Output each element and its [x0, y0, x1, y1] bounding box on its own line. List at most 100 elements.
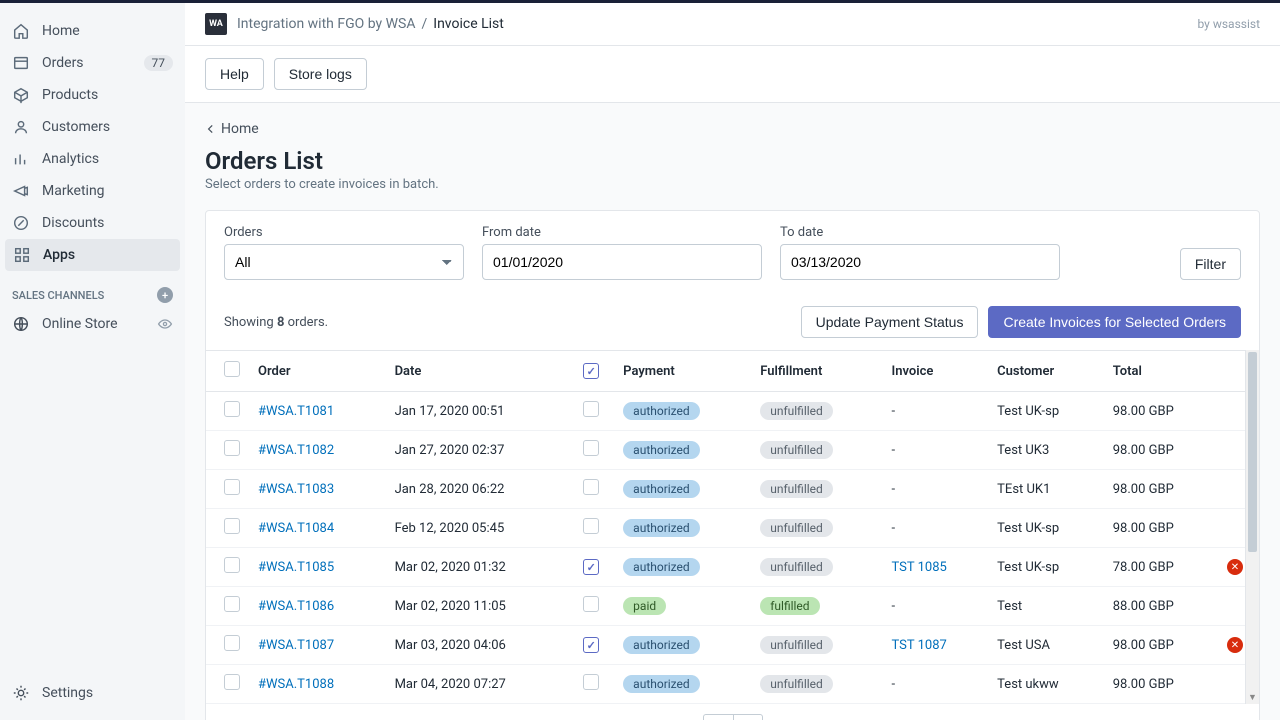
row-checkbox[interactable]: [224, 479, 240, 495]
cell-customer: Test UK-sp: [989, 392, 1105, 431]
invoice-link[interactable]: TST 1085: [891, 560, 946, 575]
next-page-button[interactable]: [733, 714, 763, 720]
breadcrumb-back[interactable]: Home: [205, 121, 1260, 137]
from-date-input[interactable]: [482, 244, 762, 280]
orders-table: Order Date Payment Fulfillment Invoice C…: [206, 350, 1259, 704]
order-link[interactable]: #WSA.T1088: [258, 677, 334, 692]
payment-badge: authorized: [623, 441, 700, 459]
fulfillment-badge: unfulfilled: [760, 441, 833, 459]
cell-date: Jan 27, 2020 02:37: [387, 431, 576, 470]
nav-settings[interactable]: Settings: [0, 674, 185, 720]
col-invoice: Invoice: [883, 351, 989, 392]
order-link[interactable]: #WSA.T1084: [258, 521, 334, 536]
meta-row: Showing 8 orders. Update Payment Status …: [206, 294, 1259, 350]
order-link[interactable]: #WSA.T1083: [258, 482, 334, 497]
payment-badge: authorized: [623, 675, 700, 693]
to-date-input[interactable]: [780, 244, 1060, 280]
order-link[interactable]: #WSA.T1082: [258, 443, 334, 458]
order-link[interactable]: #WSA.T1086: [258, 599, 334, 614]
orders-filter-select[interactable]: All: [224, 244, 464, 280]
cell-date: Mar 02, 2020 11:05: [387, 587, 576, 626]
payment-badge: authorized: [623, 636, 700, 654]
cell-invoice: -: [883, 431, 989, 470]
main-content: WA Integration with FGO by WSA / Invoice…: [185, 3, 1280, 720]
col-total: Total: [1105, 351, 1219, 392]
order-link[interactable]: #WSA.T1085: [258, 560, 334, 575]
table-row: #WSA.T1088 Mar 04, 2020 07:27 authorized…: [206, 665, 1259, 704]
nav-marketing[interactable]: Marketing: [0, 175, 185, 207]
settings-label: Settings: [42, 685, 93, 701]
scroll-down-icon[interactable]: ▼: [1246, 690, 1259, 704]
discounts-icon: [12, 214, 30, 232]
store-logs-button[interactable]: Store logs: [274, 58, 367, 90]
payment-row-checkbox[interactable]: [583, 479, 599, 495]
cell-total: 98.00 GBP: [1105, 626, 1219, 665]
cell-total: 78.00 GBP: [1105, 548, 1219, 587]
cell-total: 88.00 GBP: [1105, 587, 1219, 626]
cell-total: 98.00 GBP: [1105, 665, 1219, 704]
cell-total: 98.00 GBP: [1105, 431, 1219, 470]
fulfillment-badge: unfulfilled: [760, 558, 833, 576]
nav-products[interactable]: Products: [0, 79, 185, 111]
nav-customers[interactable]: Customers: [0, 111, 185, 143]
update-payment-button[interactable]: Update Payment Status: [801, 306, 979, 338]
col-customer: Customer: [989, 351, 1105, 392]
payment-row-checkbox[interactable]: [583, 401, 599, 417]
cell-customer: Test UK-sp: [989, 509, 1105, 548]
order-link[interactable]: #WSA.T1087: [258, 638, 334, 653]
fulfillment-badge: fulfilled: [760, 597, 819, 615]
help-button[interactable]: Help: [205, 58, 264, 90]
payment-row-checkbox[interactable]: [583, 440, 599, 456]
col-fulfillment: Fulfillment: [752, 351, 883, 392]
row-checkbox[interactable]: [224, 635, 240, 651]
row-checkbox[interactable]: [224, 401, 240, 417]
payment-row-checkbox[interactable]: [583, 559, 599, 575]
cell-date: Jan 28, 2020 06:22: [387, 470, 576, 509]
table-scrollbar[interactable]: ▼: [1245, 350, 1259, 704]
showing-text: Showing 8 orders.: [224, 315, 328, 330]
sidebar: Home Orders 77 Products Customers Analyt…: [0, 3, 185, 720]
payment-header-checkbox[interactable]: [583, 363, 599, 379]
payment-row-checkbox[interactable]: [583, 518, 599, 534]
cell-customer: Test: [989, 587, 1105, 626]
filter-button[interactable]: Filter: [1180, 248, 1241, 280]
channel-online-store[interactable]: Online Store: [0, 309, 185, 339]
cell-invoice: -: [883, 665, 989, 704]
payment-badge: authorized: [623, 480, 700, 498]
home-icon: [12, 22, 30, 40]
nav-orders[interactable]: Orders 77: [0, 47, 185, 79]
payment-row-checkbox[interactable]: [583, 637, 599, 653]
customers-icon: [12, 118, 30, 136]
order-link[interactable]: #WSA.T1081: [258, 404, 334, 419]
table-row: #WSA.T1082 Jan 27, 2020 02:37 authorized…: [206, 431, 1259, 470]
payment-row-checkbox[interactable]: [583, 674, 599, 690]
row-checkbox[interactable]: [224, 440, 240, 456]
sales-channels-label: SALES CHANNELS +: [0, 271, 185, 309]
apps-icon: [13, 246, 31, 264]
payment-row-checkbox[interactable]: [583, 596, 599, 612]
cell-customer: Test UK-sp: [989, 548, 1105, 587]
cell-invoice: TST 1087: [883, 626, 989, 665]
row-checkbox[interactable]: [224, 557, 240, 573]
delete-icon[interactable]: ✕: [1227, 637, 1243, 653]
prev-page-button[interactable]: [703, 714, 733, 720]
nav-analytics[interactable]: Analytics: [0, 143, 185, 175]
row-checkbox[interactable]: [224, 518, 240, 534]
view-store-icon[interactable]: [157, 316, 173, 332]
nav-discounts[interactable]: Discounts: [0, 207, 185, 239]
add-channel-icon[interactable]: +: [157, 287, 173, 303]
nav-home[interactable]: Home: [0, 15, 185, 47]
row-checkbox[interactable]: [224, 674, 240, 690]
page-subtitle: Select orders to create invoices in batc…: [205, 177, 1260, 192]
row-checkbox[interactable]: [224, 596, 240, 612]
nav-apps[interactable]: Apps: [5, 239, 180, 271]
orders-icon: [12, 54, 30, 72]
invoice-link[interactable]: TST 1087: [891, 638, 946, 653]
fulfillment-badge: unfulfilled: [760, 480, 833, 498]
table-row: #WSA.T1083 Jan 28, 2020 06:22 authorized…: [206, 470, 1259, 509]
scrollbar-thumb[interactable]: [1248, 352, 1257, 552]
cell-invoice: -: [883, 587, 989, 626]
select-all-checkbox[interactable]: [224, 361, 240, 377]
create-invoices-button[interactable]: Create Invoices for Selected Orders: [988, 306, 1241, 338]
delete-icon[interactable]: ✕: [1227, 559, 1243, 575]
